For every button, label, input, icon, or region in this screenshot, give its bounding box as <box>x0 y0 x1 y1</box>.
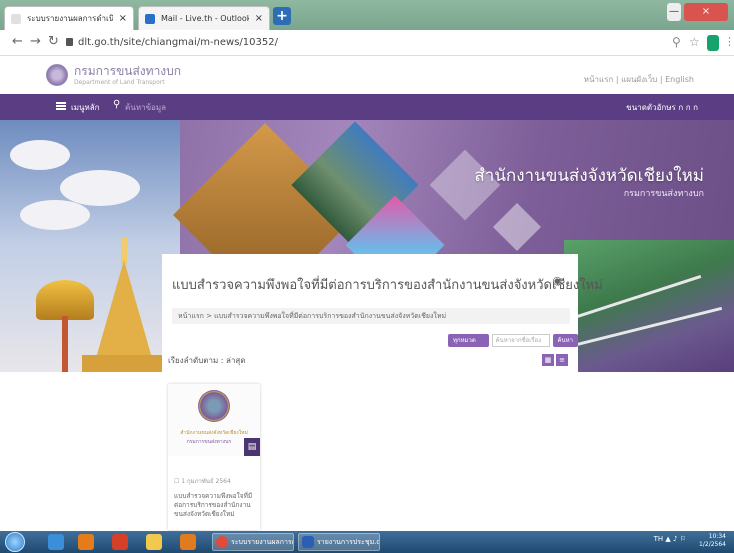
browser-tab-active[interactable]: ระบบรายงานผลการดำเนินงาน × <box>4 6 134 30</box>
ie-icon[interactable] <box>48 534 64 550</box>
site-header: กรมการขนส่งทางบก Department of Land Tran… <box>0 56 734 94</box>
view-toggle: ▦ ≡ <box>542 354 568 366</box>
breadcrumb[interactable]: หน้าแรก > แบบสำรวจความพึงพอใจที่มีต่อการ… <box>172 308 570 324</box>
card-caption-line1: สำนักงานขนส่งจังหวัดเชียงใหม่ <box>180 430 248 436</box>
document-icon[interactable]: ▤ <box>244 438 260 456</box>
new-tab-button[interactable]: + <box>273 7 291 25</box>
highway-image <box>564 240 734 372</box>
back-arrow-icon[interactable]: ← <box>12 34 23 49</box>
browser-tab-outlook[interactable]: Mail - Live.th - Outlook × <box>138 6 270 30</box>
banner-title: สำนักงานขนส่งจังหวัดเชียงใหม่ <box>474 166 704 186</box>
content-search-input[interactable]: ค้นหาจากชื่อเรื่อง <box>491 334 550 347</box>
card-thumbnail[interactable]: สำนักงานขนส่งจังหวัดเชียงใหม่ กรมการขนส่… <box>168 384 260 456</box>
system-clock[interactable]: 10:34 1/2/2564 <box>699 533 726 549</box>
chrome-icon <box>216 536 228 548</box>
menu-label[interactable]: เมนูหลัก <box>71 101 100 114</box>
seal-logo-icon <box>198 390 230 422</box>
search-input[interactable]: ค้นหาข้อมูล <box>125 101 166 114</box>
bookmark-star-icon[interactable]: ☆ <box>689 35 700 49</box>
system-tray[interactable]: TH ▲ ♪ ⚐ <box>654 535 686 543</box>
content-panel: แบบสำรวจความพึงพอใจที่มีต่อการบริการของส… <box>162 254 603 532</box>
grid-view-icon[interactable]: ▦ <box>542 354 554 366</box>
font-size-controls[interactable]: ขนาดตัวอักษร ก ก ก <box>626 101 698 114</box>
category-filter-button[interactable]: ทุกหมวดหมู่ <box>448 334 489 357</box>
forward-arrow-icon[interactable]: → <box>30 34 41 49</box>
reload-icon[interactable]: ↻ <box>48 34 59 49</box>
department-logo-icon[interactable] <box>46 64 68 86</box>
outlook-favicon-icon <box>145 13 155 24</box>
url-text: dlt.go.th/site/chiangmai/m-news/10352/ <box>78 37 278 48</box>
browser-tab-strip: ระบบรายงานผลการดำเนินงาน × Mail - Live.t… <box>0 0 734 30</box>
card-caption-line2: กรมการขนส่งทางบก <box>186 439 232 445</box>
hamburger-menu-icon[interactable] <box>56 102 66 110</box>
tab-title: Mail - Live.th - Outlook <box>161 14 249 23</box>
content-search-button[interactable]: ค้นหา <box>552 334 578 347</box>
browser-menu-icon[interactable]: ⋮ <box>724 35 734 48</box>
lock-icon <box>66 38 73 46</box>
banner-subtitle: กรมการขนส่งทางบก <box>623 189 704 199</box>
filter-row: ทุกหมวดหมู่ ค้นหาจากชื่อเรื่อง ค้นหา <box>448 334 578 357</box>
app-icon[interactable] <box>112 534 128 550</box>
main-navbar: เมนูหลัก ⚲ ค้นหาข้อมูล ขนาดตัวอักษร ก ก … <box>0 94 734 120</box>
page-title: แบบสำรวจความพึงพอใจที่มีต่อการบริการของส… <box>172 278 603 293</box>
firefox-icon[interactable] <box>180 534 196 550</box>
sort-dropdown[interactable]: เรียงลำดับตาม : ล่าสุด <box>168 354 246 367</box>
page-favicon-icon <box>11 13 21 24</box>
card-date: ☐ 1 กุมภาพันธ์ 2564 <box>174 478 231 485</box>
clock-date: 1/2/2564 <box>699 541 726 548</box>
start-button-icon[interactable] <box>5 532 25 552</box>
word-icon <box>302 536 314 548</box>
url-field[interactable]: dlt.go.th/site/chiangmai/m-news/10352/ <box>66 37 278 48</box>
extension-icon[interactable] <box>707 35 719 51</box>
address-bar: ← → ↻ dlt.go.th/site/chiangmai/m-news/10… <box>0 30 734 56</box>
media-player-icon[interactable] <box>78 534 94 550</box>
folder-icon[interactable] <box>146 534 162 550</box>
document-card[interactable]: สำนักงานขนส่งจังหวัดเชียงใหม่ กรมการขนส่… <box>168 384 260 530</box>
site-subtitle: Department of Land Transport <box>74 79 165 86</box>
zoom-icon[interactable]: ⚲ <box>672 35 681 49</box>
window-close-button[interactable]: × <box>684 3 728 21</box>
window-minimize-button[interactable]: — <box>667 3 681 21</box>
list-view-icon[interactable]: ≡ <box>556 354 568 366</box>
search-icon[interactable]: ⚲ <box>113 99 120 110</box>
windows-taskbar: ระบบรายงานผลการดำเนินงาน รายงานการประชุม… <box>0 531 734 553</box>
card-title-link[interactable]: แบบสำรวจความพึงพอใจที่มีต่อการบริการของส… <box>174 492 256 519</box>
golden-umbrella-image <box>36 280 94 320</box>
rss-icon[interactable]: ◉ <box>552 274 562 287</box>
tab-close-icon[interactable]: × <box>119 13 127 24</box>
top-links[interactable]: หน้าแรก | แผนผังเว็บ | English <box>584 73 694 86</box>
tab-close-icon[interactable]: × <box>255 13 263 24</box>
clock-time: 10:34 <box>708 533 726 540</box>
tab-title: ระบบรายงานผลการดำเนินงาน <box>27 14 113 23</box>
